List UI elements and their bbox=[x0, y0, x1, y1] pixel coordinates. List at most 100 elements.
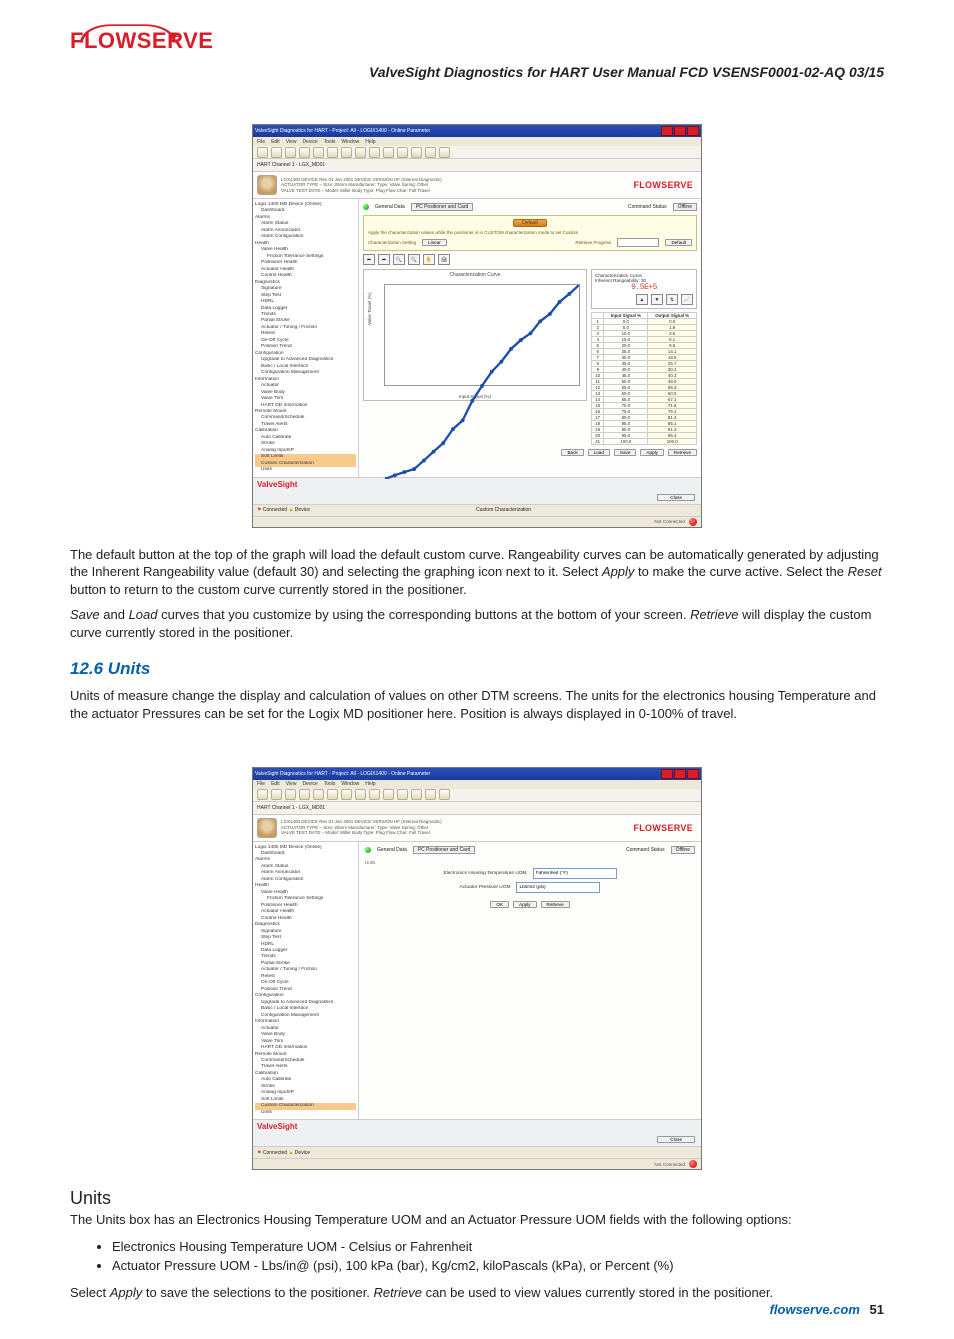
graph-icon[interactable]: 📈 bbox=[681, 294, 693, 305]
load-button[interactable]: Load bbox=[588, 449, 610, 456]
menu-item[interactable]: File bbox=[257, 139, 265, 145]
chart-hand-icon[interactable]: ✋ bbox=[423, 254, 435, 265]
toolbar-icon[interactable] bbox=[355, 147, 366, 158]
toolbar-icon[interactable] bbox=[383, 789, 394, 800]
linear-button[interactable]: Linear bbox=[422, 239, 447, 246]
apply-button[interactable]: Apply bbox=[640, 449, 664, 456]
toolbar-icon[interactable] bbox=[327, 147, 338, 158]
value-down-icon[interactable]: ▼ bbox=[651, 294, 663, 305]
section-heading-12-6: 12.6 Units bbox=[70, 659, 884, 679]
menu-item[interactable]: Help bbox=[365, 139, 375, 145]
close-icon[interactable] bbox=[687, 126, 699, 136]
menu-item[interactable]: View bbox=[286, 139, 297, 145]
toolbar-icon[interactable] bbox=[425, 789, 436, 800]
tree-node[interactable]: Units bbox=[255, 1110, 356, 1116]
ok-button[interactable]: OK bbox=[490, 901, 509, 908]
brand-mark: FLOWSERVE bbox=[633, 823, 697, 833]
toolbar-icon[interactable] bbox=[341, 789, 352, 800]
toolbar-icon[interactable] bbox=[341, 147, 352, 158]
toolbar-icon[interactable] bbox=[313, 789, 324, 800]
tab-label: General Data bbox=[377, 847, 407, 853]
window-titlebar: ValveSight Diagnostics for HART - Projec… bbox=[253, 768, 701, 780]
main-panel: General Data PC Positioner and Card Comm… bbox=[359, 199, 701, 477]
value-up-icon[interactable]: ▲ bbox=[636, 294, 648, 305]
toolbar-icon[interactable] bbox=[327, 789, 338, 800]
screenshot-custom-characterization: ValveSight Diagnostics for HART - Projec… bbox=[252, 124, 702, 528]
menu-item[interactable]: Window bbox=[341, 139, 359, 145]
minimize-icon[interactable] bbox=[661, 769, 673, 779]
menu-bar: File Edit View Device Tools Window Help bbox=[253, 780, 701, 789]
toolbar-icon[interactable] bbox=[285, 789, 296, 800]
toolbar-icon[interactable] bbox=[369, 789, 380, 800]
toolbar-icon[interactable] bbox=[257, 147, 268, 158]
tab-button[interactable]: PC Positioner and Card bbox=[413, 846, 476, 854]
menu-item[interactable]: Tools bbox=[324, 139, 336, 145]
toolbar-icon[interactable] bbox=[271, 147, 282, 158]
default-button-2[interactable]: Default bbox=[665, 239, 692, 246]
toolbar-icon[interactable] bbox=[439, 789, 450, 800]
menu-item[interactable]: File bbox=[257, 781, 265, 787]
retrieve-button[interactable]: Retrieve bbox=[541, 901, 570, 908]
maximize-icon[interactable] bbox=[674, 126, 686, 136]
toolbar-icon[interactable] bbox=[411, 147, 422, 158]
toolbar bbox=[253, 789, 701, 802]
menu-item[interactable]: Edit bbox=[271, 139, 280, 145]
footer-site: flowserve.com bbox=[770, 1302, 860, 1317]
toolbar-icon[interactable] bbox=[397, 789, 408, 800]
toolbar-icon[interactable] bbox=[369, 147, 380, 158]
characterization-table: Input Signal %Output Signal % 10.00.025.… bbox=[591, 312, 697, 445]
menu-item[interactable]: Device bbox=[302, 139, 317, 145]
toolbar-icon[interactable] bbox=[299, 147, 310, 158]
table-row: 21100.0100.0 bbox=[592, 439, 697, 445]
navigation-tree[interactable]: Logix 1400 MD Device (Online)DashboardAl… bbox=[253, 199, 359, 477]
menu-item[interactable]: Edit bbox=[271, 781, 280, 787]
toolbar-icon[interactable] bbox=[285, 147, 296, 158]
current-screen-label: Custom Characterization bbox=[476, 507, 531, 513]
toolbar-icon[interactable] bbox=[425, 147, 436, 158]
retrieve-button[interactable]: Retrieve bbox=[668, 449, 697, 456]
connection-status: Connected bbox=[263, 507, 287, 513]
pressure-uom-select[interactable] bbox=[516, 882, 600, 893]
close-button[interactable]: Close bbox=[657, 494, 695, 501]
toolbar-icon[interactable] bbox=[355, 789, 366, 800]
save-button[interactable]: Save bbox=[614, 449, 636, 456]
navigation-tree[interactable]: Logix 1400 MD Device (Online)DashboardAl… bbox=[253, 842, 359, 1120]
retrieve-progress-bar bbox=[617, 238, 659, 247]
chart-print-icon[interactable]: 🖨 bbox=[438, 254, 450, 265]
toolbar-icon[interactable] bbox=[271, 789, 282, 800]
toolbar-icon[interactable] bbox=[257, 789, 268, 800]
toolbar-icon[interactable] bbox=[439, 147, 450, 158]
apply-button[interactable]: Apply bbox=[513, 901, 537, 908]
chart-zoom-icon[interactable]: 🔍 bbox=[393, 254, 405, 265]
toolbar-icon[interactable] bbox=[313, 147, 324, 158]
brand-logo: FLOWSERVE bbox=[70, 28, 213, 54]
toolbar-icon[interactable] bbox=[397, 147, 408, 158]
paragraph: The default button at the top of the gra… bbox=[70, 546, 884, 599]
tree-node[interactable]: Units bbox=[255, 467, 356, 473]
menu-item[interactable]: Device bbox=[302, 781, 317, 787]
default-button[interactable]: Default bbox=[513, 219, 547, 227]
command-status-label: Command Status bbox=[628, 204, 667, 210]
tab-button[interactable]: PC Positioner and Card bbox=[411, 203, 474, 211]
invert-icon[interactable]: ⇅ bbox=[666, 294, 678, 305]
menu-item[interactable]: Window bbox=[341, 781, 359, 787]
toolbar-icon[interactable] bbox=[383, 147, 394, 158]
chart-tool-icon[interactable]: ⬅ bbox=[363, 254, 375, 265]
close-button[interactable]: Close bbox=[657, 1136, 695, 1143]
menu-item[interactable]: Tools bbox=[324, 781, 336, 787]
chart-zoom-icon[interactable]: 🔍 bbox=[408, 254, 420, 265]
maximize-icon[interactable] bbox=[674, 769, 686, 779]
paragraph: The Units box has an Electronics Housing… bbox=[70, 1211, 884, 1229]
menu-item[interactable]: View bbox=[286, 781, 297, 787]
toolbar-icon[interactable] bbox=[299, 789, 310, 800]
toolbar-icon[interactable] bbox=[411, 789, 422, 800]
device-info-bar: LGX1400 DEVICE Rev 01 Jan 2001 DEVICE VE… bbox=[253, 815, 701, 842]
device-avatar-icon bbox=[257, 175, 277, 195]
menu-item[interactable]: Help bbox=[365, 781, 375, 787]
minimize-icon[interactable] bbox=[661, 126, 673, 136]
close-icon[interactable] bbox=[687, 769, 699, 779]
chart-title: Characterization Curve bbox=[364, 270, 586, 278]
chart-tool-icon[interactable]: ➡ bbox=[378, 254, 390, 265]
temperature-uom-select[interactable] bbox=[533, 868, 617, 879]
brand-mark: FLOWSERVE bbox=[633, 180, 697, 190]
